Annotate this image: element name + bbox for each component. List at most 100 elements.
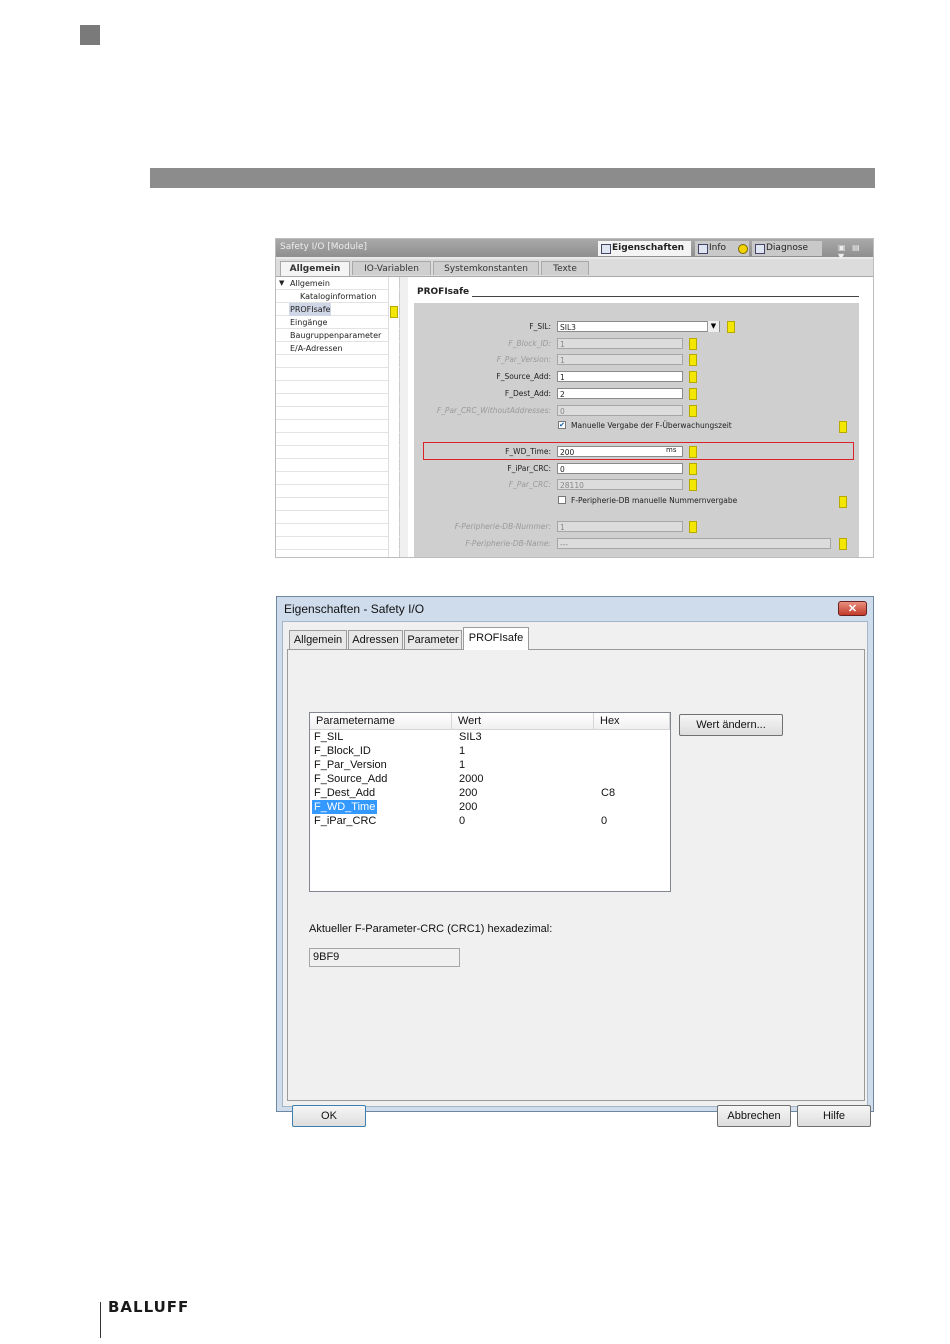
cancel-button[interactable]: Abbrechen — [717, 1105, 791, 1127]
status-flag-icon — [390, 306, 398, 318]
f-par-version-field: 1 — [557, 354, 683, 365]
section-header-bar — [150, 168, 875, 188]
db-number-label: F-Peripherie-DB-Nummer: — [454, 522, 551, 531]
f-ipar-crc-label: F_iPar_CRC: — [507, 464, 551, 473]
f-par-crc-wo-field: 0 — [557, 405, 683, 416]
tree-item-kataloginformation[interactable]: Kataloginformation — [276, 290, 400, 303]
tree-empty-row — [276, 420, 400, 433]
tab-eigenschaften[interactable]: Eigenschaften — [598, 241, 691, 256]
tree-item-ea-adressen[interactable]: E/A-Adressen — [276, 342, 400, 355]
status-flag-icon — [689, 388, 697, 400]
list-row[interactable]: F_Source_Add 2000 — [310, 772, 670, 786]
tree-empty-row — [276, 537, 400, 550]
f-sil-select[interactable]: SIL3 — [557, 321, 720, 332]
parameter-list[interactable]: Parametername Wert Hex F_SIL SIL3 F_Block… — [309, 712, 671, 892]
subtab-texte[interactable]: Texte — [541, 261, 589, 275]
crc-field: 9BF9 — [309, 948, 460, 967]
tab-profisafe[interactable]: PROFIsafe — [463, 627, 529, 650]
tree-label: PROFIsafe — [289, 303, 332, 316]
f-ipar-crc-input[interactable]: 0 — [557, 463, 683, 474]
db-name-field: --- — [557, 538, 831, 549]
db-manual-checkbox[interactable] — [558, 496, 566, 504]
cell-hex: 0 — [601, 815, 608, 827]
tree-empty-row — [276, 394, 400, 407]
subtab-allgemein[interactable]: Allgemein — [280, 261, 350, 276]
status-flag-icon — [689, 479, 697, 491]
help-button[interactable]: Hilfe — [797, 1105, 871, 1127]
db-number-field: 1 — [557, 521, 683, 532]
list-row-selected[interactable]: F_WD_Time 200 — [310, 800, 670, 814]
list-row[interactable]: F_SIL SIL3 — [310, 730, 670, 744]
subtab-io-variablen[interactable]: IO-Variablen — [352, 261, 431, 275]
unit-label: ms — [666, 446, 677, 454]
ok-button[interactable]: OK — [292, 1105, 366, 1127]
f-dest-add-input[interactable]: 2 — [557, 388, 683, 399]
f-par-crc-wo-label: F_Par_CRC_WithoutAddresses: — [436, 406, 551, 415]
status-flag-icon — [689, 463, 697, 475]
status-flag-icon — [727, 321, 735, 333]
tree-item-profisafe[interactable]: PROFIsafe — [276, 303, 400, 316]
tree-label: Baugruppenparameter — [290, 331, 382, 340]
corner-marker — [80, 25, 100, 45]
close-icon[interactable]: ✕ — [838, 601, 867, 616]
column-header-wert[interactable]: Wert — [452, 713, 594, 730]
tree-label: E/A-Adressen — [290, 344, 343, 353]
cell-value: 0 — [459, 815, 466, 827]
cell-value: 200 — [459, 801, 478, 813]
tree-label: Allgemein — [290, 279, 330, 288]
tab-allgemein[interactable]: Allgemein — [289, 630, 347, 649]
tree-empty-row — [276, 485, 400, 498]
tab-adressen[interactable]: Adressen — [348, 630, 403, 649]
properties-dialog: Eigenschaften - Safety I/O ✕ Parameterna… — [276, 596, 874, 1127]
chevron-down-icon[interactable]: ▼ — [707, 321, 719, 332]
dialog-body: Parametername Wert Hex F_SIL SIL3 F_Block… — [282, 621, 871, 1127]
cell-name: F_Source_Add — [314, 773, 388, 785]
change-value-button[interactable]: Wert ändern... — [679, 714, 783, 736]
tree-item-baugruppenparameter[interactable]: Baugruppenparameter — [276, 329, 400, 342]
tree-item-eingaenge[interactable]: Eingänge — [276, 316, 400, 329]
column-header-parametername[interactable]: Parametername — [310, 713, 452, 730]
f-source-add-input[interactable]: 1 — [557, 371, 683, 382]
f-wd-time-input[interactable]: 200 — [557, 446, 683, 457]
tree-empty-row — [276, 446, 400, 459]
status-flag-icon — [689, 446, 697, 458]
tree-empty-row — [276, 355, 400, 368]
cell-value: SIL3 — [459, 731, 482, 743]
list-row[interactable]: F_Par_Version 1 — [310, 758, 670, 772]
tab-page: Parametername Wert Hex F_SIL SIL3 F_Block… — [287, 649, 865, 1101]
cell-value: 200 — [459, 787, 478, 799]
f-par-version-label: F_Par_Version: — [496, 355, 551, 364]
tab-label: Eigenschaften — [612, 243, 685, 253]
tree-status-column — [388, 277, 399, 557]
manual-wd-checkbox[interactable]: ✔ — [558, 421, 566, 429]
db-manual-label: F-Peripherie-DB manuelle Nummernvergabe — [571, 496, 738, 505]
tree-empty-row — [276, 368, 400, 381]
tree-item-allgemein[interactable]: ▼ Allgemein — [276, 277, 400, 290]
expand-arrow-icon: ▼ — [279, 279, 285, 287]
status-flag-icon — [839, 496, 847, 508]
status-flag-icon — [689, 521, 697, 533]
cell-name: F_Par_Version — [314, 759, 387, 771]
tree-empty-row — [276, 433, 400, 446]
tab-info[interactable]: Info — [695, 241, 749, 256]
tree-empty-row — [276, 524, 400, 537]
cell-name: F_iPar_CRC — [314, 815, 377, 827]
subtab-systemkonstanten[interactable]: Systemkonstanten — [433, 261, 539, 275]
status-flag-icon — [839, 538, 847, 550]
manual-wd-label: Manuelle Vergabe der F-Überwachungszeit — [571, 421, 732, 430]
cell-value: 1 — [459, 745, 466, 757]
properties-icon — [601, 244, 611, 254]
tab-parameter[interactable]: Parameter — [404, 630, 462, 649]
cell-value: 1 — [459, 759, 466, 771]
f-sil-label: F_SIL: — [529, 322, 551, 331]
list-row[interactable]: F_iPar_CRC 0 0 — [310, 814, 670, 828]
column-header-hex[interactable]: Hex — [594, 713, 670, 730]
tia-title: Safety I/O [Module] — [280, 242, 368, 252]
navigation-tree: ▼ Allgemein Kataloginformation PROFIsafe … — [276, 277, 400, 557]
list-row[interactable]: F_Block_ID 1 — [310, 744, 670, 758]
cell-hex: C8 — [601, 787, 616, 799]
f-dest-add-label: F_Dest_Add: — [504, 389, 551, 398]
list-row[interactable]: F_Dest_Add 200 C8 — [310, 786, 670, 800]
status-flag-icon — [689, 371, 697, 383]
tab-diagnose[interactable]: Diagnose — [752, 241, 822, 256]
